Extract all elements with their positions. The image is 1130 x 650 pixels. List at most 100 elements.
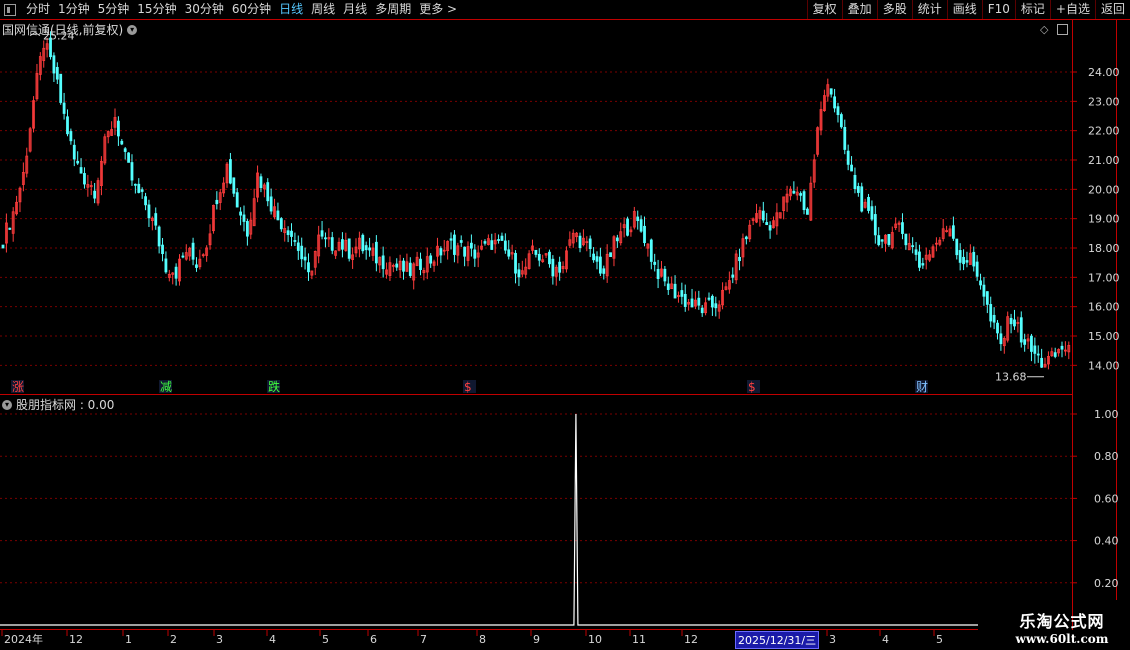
candle-body	[161, 244, 164, 255]
signal-label-5: 财	[916, 380, 928, 394]
signal-label-0: 涨	[12, 379, 24, 394]
cursor-date: 2025/12/31/三	[735, 631, 820, 649]
candle-body	[8, 227, 12, 230]
candle-body	[1040, 357, 1044, 368]
candle-body	[266, 182, 270, 202]
candle-body	[985, 291, 989, 305]
high-marker-arrow	[29, 32, 41, 37]
time-label-6: 5	[322, 633, 329, 646]
candle-body	[992, 314, 996, 323]
candle-body	[470, 242, 473, 249]
candle-body	[843, 126, 847, 150]
time-label-11: 10	[588, 633, 602, 646]
candle-body	[133, 183, 137, 186]
candle-body	[1053, 352, 1057, 357]
candle-body	[191, 242, 195, 260]
sub-ytick-label-2: 0.60	[1094, 492, 1119, 505]
candle-body	[578, 235, 582, 249]
candle-body	[507, 249, 511, 257]
watermark-title: 乐淘公式网	[1019, 612, 1105, 631]
candle-body	[259, 176, 263, 188]
candle-body	[877, 235, 881, 246]
candle-body	[880, 239, 884, 242]
candle-body	[867, 196, 870, 211]
time-label-0: 2024年	[4, 632, 43, 646]
candle-body	[320, 230, 324, 237]
candle-body	[839, 114, 843, 128]
candle-body	[59, 73, 63, 103]
kline-chart-area[interactable]: 14.0015.0016.0017.0018.0019.0020.0021.00…	[0, 0, 1130, 650]
candle-body	[140, 189, 144, 192]
candle-body	[792, 190, 796, 194]
sub-ytick-label-4: 0.20	[1094, 577, 1119, 590]
candle-body	[123, 148, 127, 152]
candle-body	[374, 241, 378, 264]
high-marker-label: 25.24	[43, 30, 75, 43]
time-label-15: 4	[882, 633, 889, 646]
candle-body	[666, 283, 670, 290]
candle-body	[195, 264, 198, 268]
candle-body	[300, 245, 304, 260]
candle-body	[381, 255, 385, 270]
candle-body	[144, 196, 147, 206]
main-ytick-label-0: 14.00	[1088, 359, 1120, 372]
candle-body	[76, 160, 80, 164]
candle-body	[117, 120, 120, 137]
candle-body	[663, 268, 667, 282]
candle-body	[120, 140, 124, 145]
candle-body	[656, 269, 660, 280]
candle-body	[853, 174, 857, 189]
candle-body	[615, 237, 619, 242]
candle-body	[364, 245, 368, 251]
candle-body	[534, 249, 538, 255]
candle-body	[700, 307, 704, 314]
time-label-4: 3	[216, 633, 223, 646]
candle-body	[147, 204, 151, 219]
candle-body	[1023, 339, 1027, 345]
indicator-title[interactable]: ▾ 股朋指标网 : 0.00	[2, 396, 114, 413]
candle-body	[1, 244, 5, 249]
candle-body	[130, 162, 134, 181]
time-label-3: 2	[170, 633, 177, 646]
candle-body	[799, 193, 803, 196]
candle-body	[463, 246, 467, 257]
candle-body	[921, 263, 925, 266]
candle-body	[643, 225, 646, 244]
candle-body	[850, 164, 853, 172]
low-marker-label: 13.68	[995, 371, 1027, 384]
candle-body	[639, 219, 643, 232]
candle-body	[710, 295, 714, 308]
candle-body	[1013, 319, 1016, 327]
candle-body	[62, 102, 66, 114]
candle-body	[989, 304, 993, 322]
main-ytick-label-9: 23.00	[1088, 95, 1120, 108]
candle-body	[951, 225, 955, 239]
candle-body	[439, 248, 443, 256]
candle-body	[707, 297, 711, 300]
candle-body	[829, 88, 833, 95]
candle-body	[52, 55, 56, 74]
candle-body	[55, 66, 59, 80]
candle-body	[914, 249, 918, 255]
time-label-7: 6	[370, 633, 377, 646]
candle-body	[683, 293, 687, 307]
sub-ytick-label-1: 0.80	[1094, 450, 1119, 463]
candle-body	[911, 245, 915, 248]
candle-body	[860, 186, 864, 212]
candle-body	[697, 297, 701, 306]
candle-body	[649, 239, 653, 262]
candle-body	[93, 190, 97, 199]
candle-body	[242, 214, 246, 222]
chevron-down-icon[interactable]: ▾	[2, 399, 12, 410]
candle-body	[653, 261, 657, 265]
candle-body	[598, 256, 602, 274]
candle-body	[181, 255, 185, 258]
candle-body	[307, 262, 310, 273]
candle-body	[473, 249, 477, 259]
candle-body	[157, 226, 161, 247]
candle-body	[232, 177, 236, 194]
time-label-14: 3	[829, 633, 836, 646]
sub-ytick-label-0: 1.00	[1094, 408, 1119, 421]
signal-label-2: 跌	[268, 379, 280, 394]
candle-body	[1033, 345, 1037, 354]
